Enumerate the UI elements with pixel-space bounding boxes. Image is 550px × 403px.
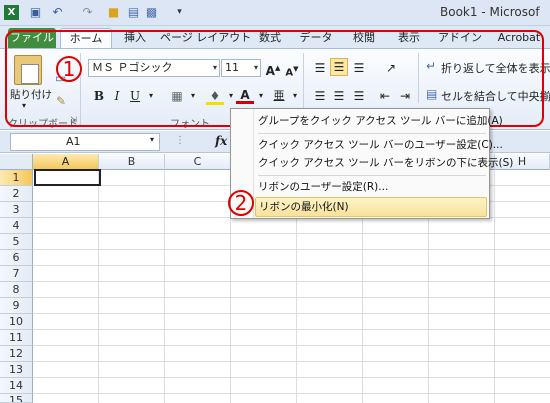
row-header[interactable]: 15 [0, 394, 33, 403]
window-title: Book1 - Microsof [440, 5, 540, 19]
customize-icon[interactable]: ▾ [172, 5, 187, 20]
save-as-icon[interactable]: ▩ [144, 5, 159, 20]
row-header[interactable]: 10 [0, 314, 33, 330]
row-header[interactable]: 6 [0, 250, 33, 266]
menu-item-show-qat-below[interactable]: クイック アクセス ツール バーをリボンの下に表示(S) [258, 153, 513, 173]
select-all-corner[interactable] [0, 154, 33, 170]
insert-function-icon[interactable]: fx [215, 134, 227, 148]
annotation-circle-1: 1 [56, 56, 82, 82]
row-header[interactable]: 3 [0, 202, 33, 218]
row-header[interactable]: 4 [0, 218, 33, 234]
menu-separator [258, 175, 486, 176]
chevron-down-icon[interactable]: ▾ [150, 135, 154, 144]
row-header[interactable]: 9 [0, 298, 33, 314]
row-header[interactable]: 8 [0, 282, 33, 298]
undo-icon[interactable]: ↶ [50, 5, 65, 20]
active-cell-a1[interactable] [34, 169, 101, 186]
row-header[interactable]: 13 [0, 362, 33, 378]
row-header[interactable]: 11 [0, 330, 33, 346]
column-header-b[interactable]: B [99, 154, 165, 170]
column-header-c[interactable]: C [165, 154, 231, 170]
menu-item-add-to-qat[interactable]: グループをクイック アクセス ツール バーに追加(A) [258, 111, 503, 131]
row-header[interactable]: 1 [0, 170, 33, 186]
print-preview-icon[interactable]: ▤ [126, 5, 141, 20]
ribbon-context-menu: グループをクイック アクセス ツール バーに追加(A) クイック アクセス ツー… [230, 108, 513, 219]
column-header-a[interactable]: A [33, 154, 99, 170]
open-folder-icon[interactable]: ■ [106, 5, 121, 20]
save-icon[interactable]: ▣ [28, 5, 43, 20]
menu-item-customize-ribbon[interactable]: リボンのユーザー設定(R)... [258, 177, 486, 197]
row-header[interactable]: 12 [0, 346, 33, 362]
name-box[interactable]: A1 [10, 133, 160, 151]
title-bar: X ▣ ↶ ↷ ■ ▤ ▩ ▾ Book1 - Microsof [0, 0, 550, 26]
resize-dots-icon[interactable]: ⋮ [175, 135, 185, 146]
row-header[interactable]: 5 [0, 234, 33, 250]
annotation-circle-2: 2 [228, 190, 254, 216]
menu-item-customize-qat[interactable]: クイック アクセス ツール バーのユーザー設定(C)... [258, 135, 503, 155]
row-header[interactable]: 7 [0, 266, 33, 282]
redo-icon[interactable]: ↷ [80, 5, 95, 20]
excel-logo-icon[interactable]: X [4, 5, 19, 20]
menu-item-minimize-ribbon[interactable]: リボンの最小化(N) [255, 197, 487, 217]
menu-separator [258, 133, 486, 134]
row-header[interactable]: 14 [0, 378, 33, 394]
row-header[interactable]: 2 [0, 186, 33, 202]
